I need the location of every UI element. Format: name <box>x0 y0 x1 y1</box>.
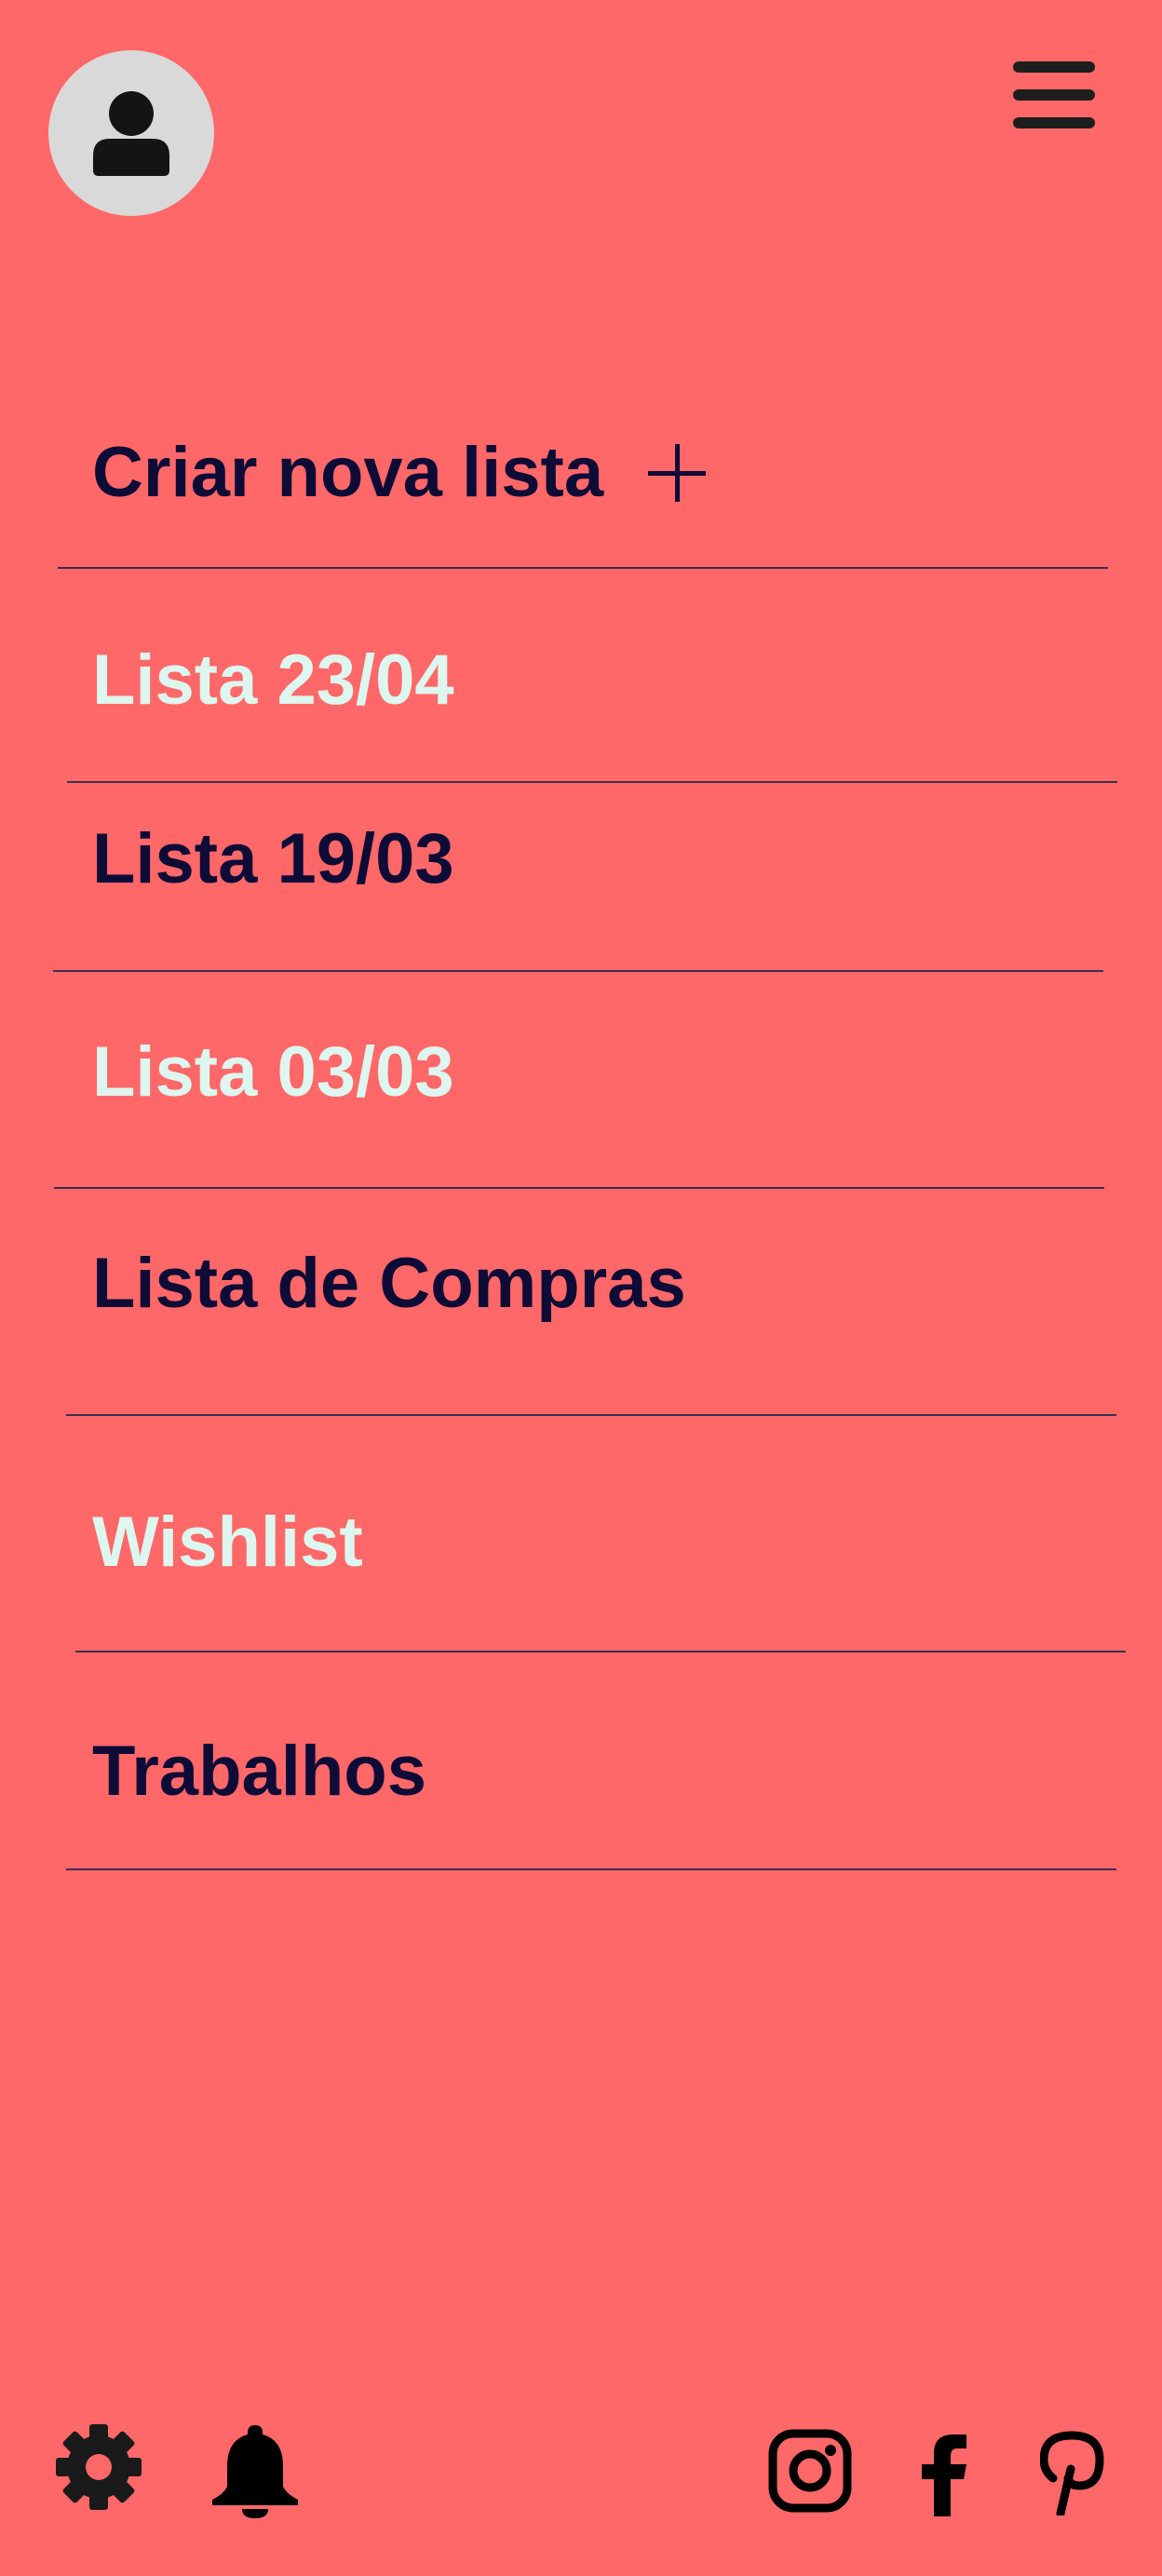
list-item-wishlist[interactable]: Wishlist <box>0 1498 1162 1587</box>
list-item-label: Trabalhos <box>92 1732 426 1811</box>
hamburger-menu-icon <box>1013 61 1095 128</box>
divider <box>54 1187 1104 1189</box>
list-item-label: Lista de Compras <box>92 1244 686 1323</box>
notifications-button[interactable] <box>207 2421 304 2519</box>
instagram-link[interactable] <box>767 2428 853 2514</box>
list-item-trabalhos[interactable]: Trabalhos <box>0 1727 1162 1816</box>
divider <box>75 1651 1126 1652</box>
divider <box>66 1868 1116 1870</box>
facebook-link[interactable] <box>918 2432 970 2517</box>
list-item-label: Lista 03/03 <box>92 1032 454 1112</box>
divider <box>58 567 1108 569</box>
list-item-label: Wishlist <box>92 1503 363 1582</box>
divider <box>53 970 1103 972</box>
menu-button[interactable] <box>1013 58 1095 132</box>
gear-icon <box>56 2424 142 2510</box>
user-icon <box>93 91 169 176</box>
list-item-lista-19-03[interactable]: Lista 19/03 <box>0 815 1162 904</box>
plus-icon <box>646 442 708 504</box>
facebook-icon <box>922 2434 966 2516</box>
create-list-label: Criar nova lista <box>92 433 604 512</box>
list-item-lista-23-04[interactable]: Lista 23/04 <box>0 636 1162 725</box>
divider <box>67 781 1117 783</box>
settings-button[interactable] <box>52 2421 145 2514</box>
list-item-lista-de-compras[interactable]: Lista de Compras <box>0 1239 1162 1328</box>
avatar[interactable] <box>48 50 214 216</box>
bell-icon <box>212 2425 298 2518</box>
instagram-icon <box>768 2429 852 2513</box>
pinterest-link[interactable] <box>1039 2428 1106 2517</box>
create-list-button[interactable]: Criar nova lista <box>0 428 1162 518</box>
list-item-lista-03-03[interactable]: Lista 03/03 <box>0 1028 1162 1117</box>
list-item-label: Lista 19/03 <box>92 819 454 898</box>
list-item-label: Lista 23/04 <box>92 641 454 720</box>
pinterest-icon <box>1040 2431 1104 2515</box>
divider <box>66 1414 1116 1416</box>
